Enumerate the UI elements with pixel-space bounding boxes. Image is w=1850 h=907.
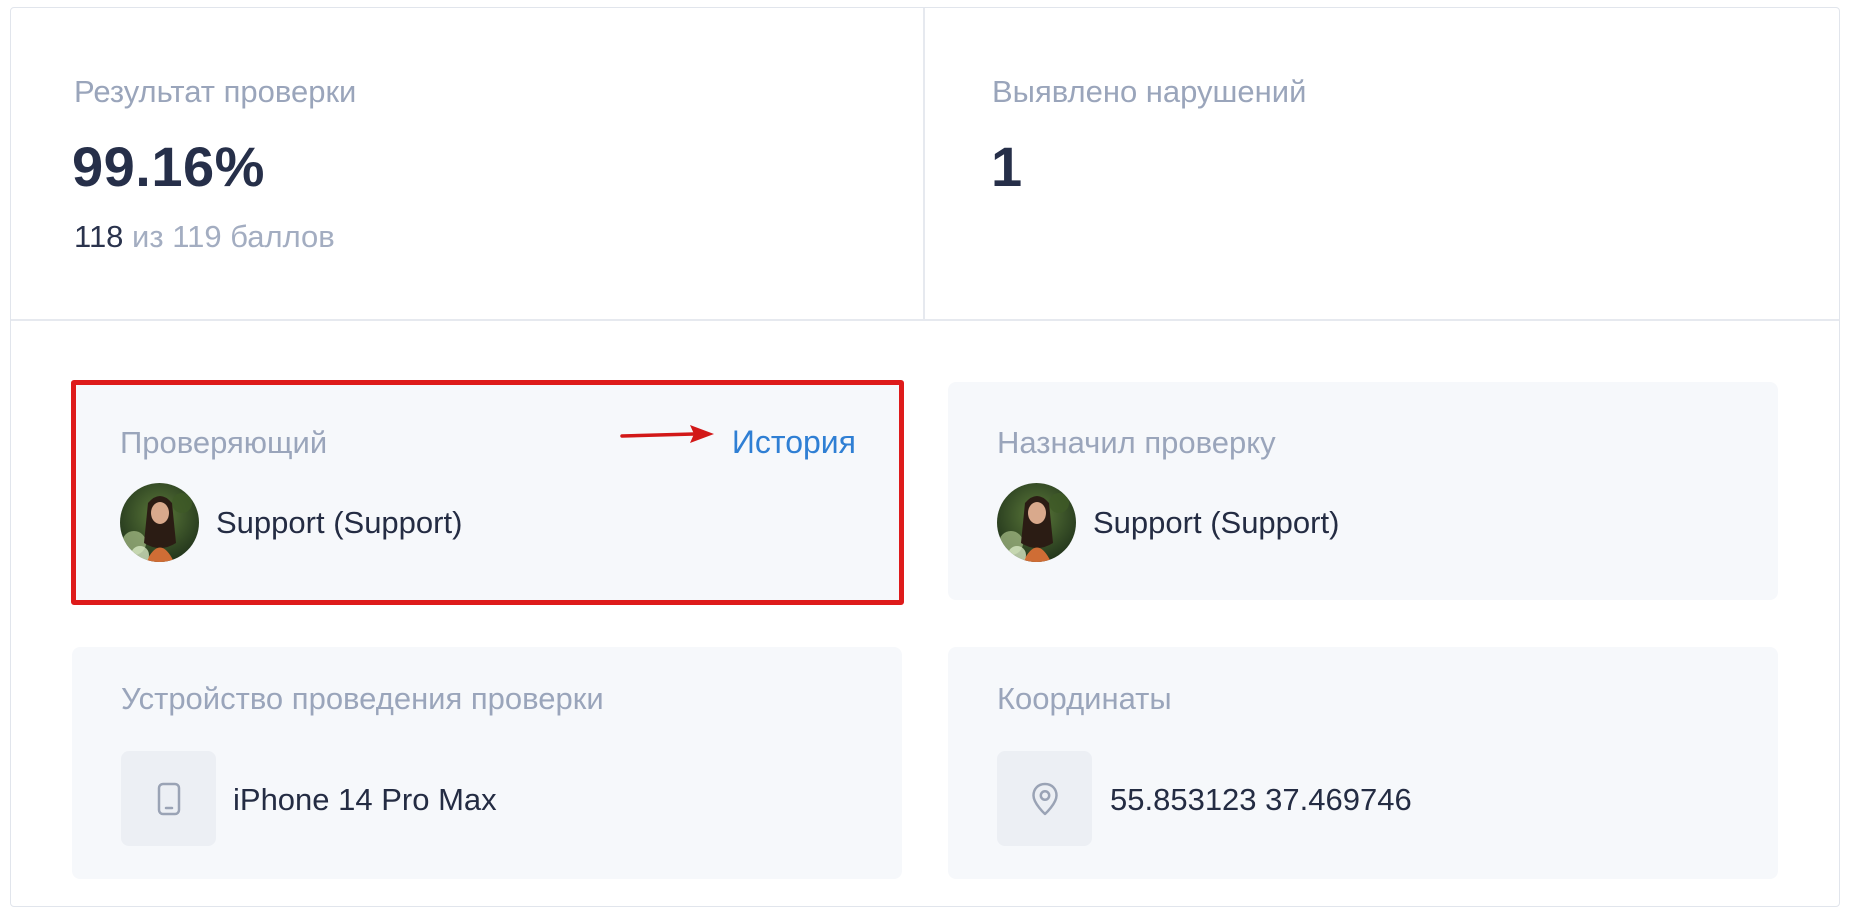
assigned-title: Назначил проверку [997, 425, 1276, 460]
coordinates-value: 55.853123 37.469746 [1110, 782, 1412, 817]
inspector-card: Проверяющий История Support (Support) [71, 380, 904, 605]
violations-stat: Выявлено нарушений 1 [925, 8, 1839, 319]
result-value: 99.16% [72, 135, 265, 198]
device-card: Устройство проведения проверки iPhone 14… [72, 647, 902, 879]
history-link[interactable]: История [732, 424, 856, 461]
score-current: 118 [74, 219, 124, 254]
device-title: Устройство проведения проверки [121, 681, 604, 716]
score-total: из 119 баллов [132, 219, 335, 254]
assigned-card: Назначил проверку Support (Support) [948, 382, 1778, 600]
device-value: iPhone 14 Pro Max [233, 782, 497, 817]
coordinates-card: Координаты 55.853123 37.469746 [948, 647, 1778, 879]
arrow-annotation-icon [620, 425, 714, 443]
inspector-name: Support (Support) [216, 504, 463, 540]
location-pin-icon [997, 751, 1092, 846]
violations-label: Выявлено нарушений [992, 74, 1307, 109]
assigned-person[interactable]: Support (Support) [997, 483, 1339, 562]
score-text: 118 из 119 баллов [74, 219, 335, 255]
violations-value: 1 [991, 135, 1023, 198]
avatar [997, 483, 1076, 562]
avatar [120, 483, 199, 562]
stats-row: Результат проверки 99.16% 118 из 119 бал… [11, 8, 1839, 321]
coordinates-title: Координаты [997, 681, 1172, 716]
assigned-name: Support (Support) [1093, 504, 1340, 540]
inspector-title: Проверяющий [120, 425, 328, 460]
inspector-person[interactable]: Support (Support) [120, 483, 462, 562]
result-stat: Результат проверки 99.16% 118 из 119 бал… [11, 8, 925, 319]
phone-icon [121, 751, 216, 846]
result-label: Результат проверки [74, 74, 357, 109]
